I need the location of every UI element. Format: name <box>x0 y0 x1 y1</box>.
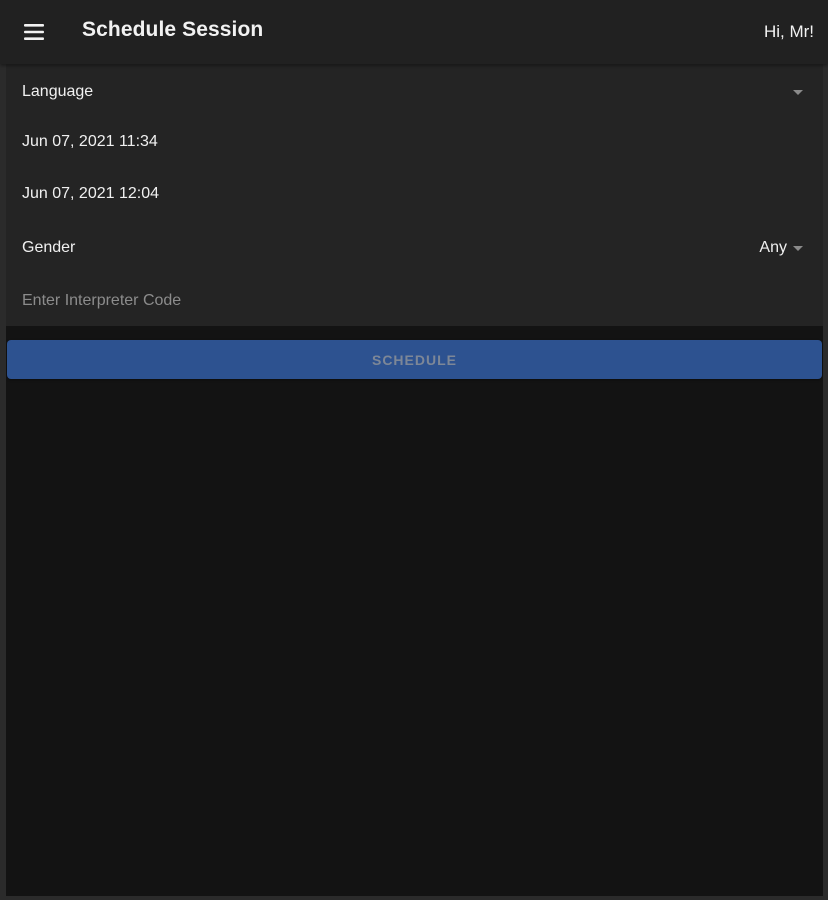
chevron-down-icon <box>793 246 803 251</box>
hamburger-menu-icon <box>24 24 44 40</box>
start-datetime-value: Jun 07, 2021 11:34 <box>22 133 158 150</box>
app-header: Schedule Session Hi, Mr! <box>0 0 828 64</box>
schedule-button[interactable]: SCHEDULE <box>7 340 822 379</box>
left-border <box>0 64 6 900</box>
end-datetime-value: Jun 07, 2021 12:04 <box>22 185 160 202</box>
gender-label: Gender <box>22 239 76 256</box>
schedule-form: Language Jun 07, 2021 11:34 Jun 07, 2021… <box>6 64 823 326</box>
language-label: Language <box>22 83 94 100</box>
start-datetime-field[interactable]: Jun 07, 2021 11:34 <box>6 120 823 164</box>
page-title: Schedule Session <box>82 18 264 41</box>
user-greeting: Hi, Mr! <box>763 22 814 41</box>
bottom-border <box>0 896 828 900</box>
gender-value: Any <box>759 239 787 256</box>
app-window: Schedule Session Hi, Mr! Language Jun 07… <box>0 0 828 900</box>
right-border <box>823 64 828 900</box>
gender-select[interactable]: Gender Any <box>6 226 823 270</box>
end-datetime-field[interactable]: Jun 07, 2021 12:04 <box>6 172 823 216</box>
menu-button[interactable] <box>14 14 54 50</box>
interpreter-code-input[interactable] <box>22 288 802 314</box>
language-select[interactable]: Language <box>6 70 823 114</box>
content-area <box>6 326 823 900</box>
chevron-down-icon <box>793 90 803 95</box>
